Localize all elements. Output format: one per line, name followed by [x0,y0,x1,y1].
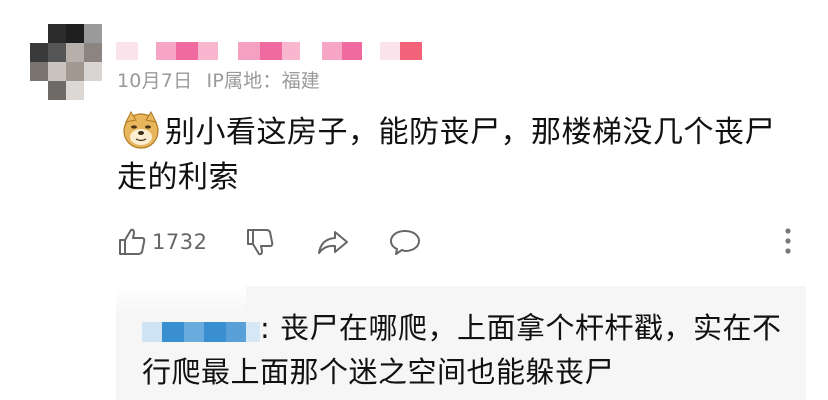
share-button[interactable] [316,222,350,262]
like-count: 1732 [152,230,208,254]
comment-screen: 10月7日 IP属地：福建 别小看这房子，能防丧尸，那楼梯没几个丧尸走的利索 1… [0,0,828,400]
reply-box[interactable]: : 丧尸在哪爬，上面拿个杆杆戳，实在不行爬最上面那个迷之空间也能躲丧尸 [116,286,806,400]
comment-date: 10月7日 [117,70,193,92]
share-icon [318,231,348,254]
like-button[interactable]: 1732 [116,222,207,262]
chat-bubble-icon [390,230,420,255]
doge-emoji [123,110,159,149]
more-vertical-icon[interactable] [778,226,798,256]
reply-username-redacted[interactable] [142,322,260,342]
ip-location: IP属地：福建 [206,70,320,92]
reply-button[interactable] [388,222,422,262]
reply-text: : 丧尸在哪爬，上面拿个杆杆戳，实在不行爬最上面那个迷之空间也能躲丧尸 [142,311,782,389]
comment-text: 别小看这房子，能防丧尸，那楼梯没几个丧尸走的利索 [117,115,775,195]
dislike-button[interactable] [244,222,276,262]
avatar[interactable] [30,24,102,100]
username-redacted[interactable] [116,42,422,60]
comment-meta: 10月7日 IP属地：福建 [117,66,320,93]
thumbs-up-icon [119,228,146,255]
thumbs-down-icon [247,229,274,256]
